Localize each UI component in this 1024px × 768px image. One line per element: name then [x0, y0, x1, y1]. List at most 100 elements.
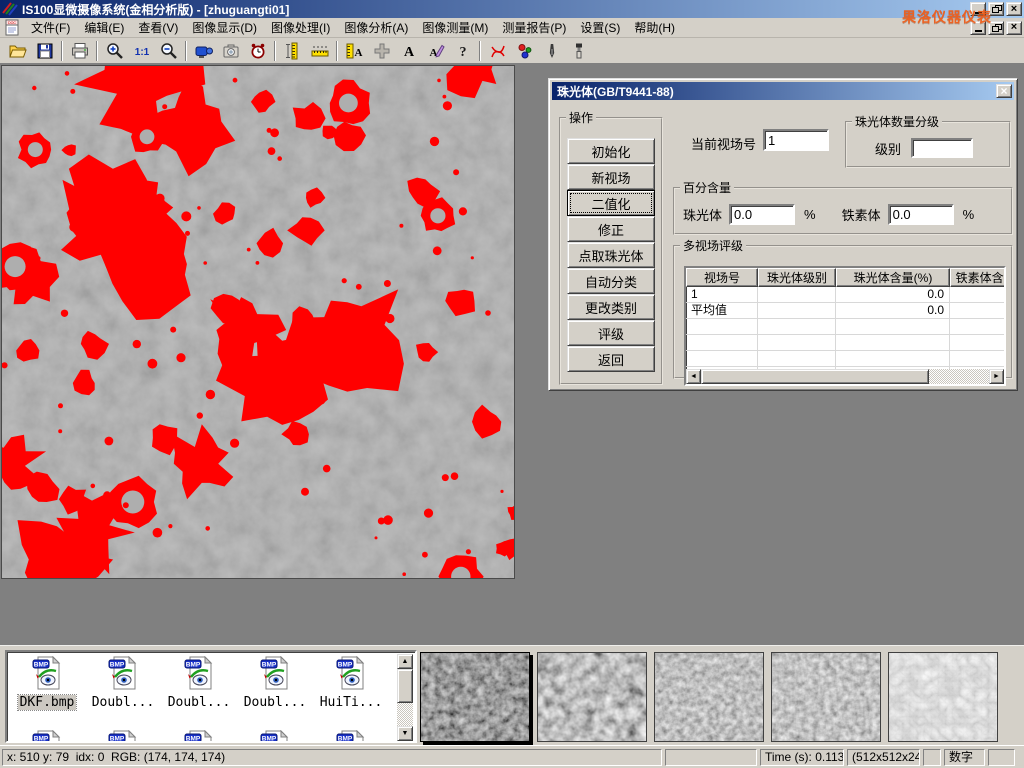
column-header-3[interactable]: 珠光体含量(%) — [836, 268, 950, 287]
column-header-2[interactable]: 珠光体级别 — [758, 268, 836, 287]
pearlite-percent-input[interactable] — [729, 204, 795, 225]
menu-item-3[interactable]: 查看(V) — [131, 17, 185, 38]
file-item-clipped[interactable]: BMP — [85, 730, 161, 741]
child-minimize-button[interactable] — [970, 21, 986, 35]
svg-text:BMP: BMP — [110, 662, 125, 669]
op-new-field-button[interactable]: 新视场 — [567, 164, 655, 190]
pen-tool-button[interactable] — [538, 39, 565, 62]
metallograph-thumb-3[interactable] — [654, 652, 764, 742]
ferrite-percent-input[interactable] — [888, 204, 954, 225]
toolbar-separator — [96, 41, 98, 61]
close-button[interactable]: × — [1006, 2, 1022, 16]
curve-measure-button[interactable] — [484, 39, 511, 62]
file-name: Doubl... — [242, 695, 309, 710]
save-button[interactable] — [31, 39, 58, 62]
multiview-legend: 多视场评级 — [680, 237, 746, 254]
table-row[interactable] — [686, 351, 1004, 367]
table-row[interactable]: 10.0 — [686, 287, 1004, 303]
scroll-down-button[interactable]: ▼ — [397, 726, 413, 741]
op-pick-pearlite-button[interactable]: 点取珠光体 — [567, 242, 655, 268]
caliper-vertical-button[interactable] — [279, 39, 306, 62]
scrollbar-thumb[interactable] — [397, 669, 413, 703]
metallograph-thumb-1[interactable] — [420, 652, 530, 742]
file-item-2[interactable]: BMPDoubl... — [85, 656, 161, 710]
menu-item-9[interactable]: 设置(S) — [573, 17, 627, 38]
phase-color-dots-button[interactable] — [511, 39, 538, 62]
scroll-up-button[interactable]: ▲ — [397, 654, 413, 669]
document-system-icon[interactable]: DOC — [3, 19, 21, 37]
scrollbar-track[interactable] — [929, 369, 989, 384]
minimize-button[interactable] — [970, 2, 986, 16]
print-button[interactable] — [66, 39, 93, 62]
op-correct-button[interactable]: 修正 — [567, 216, 655, 242]
timer-clock-button[interactable] — [244, 39, 271, 62]
file-item-clipped[interactable]: BMP — [313, 730, 389, 741]
menu-item-10[interactable]: 帮助(H) — [627, 17, 682, 38]
bmp-file-icon: BMP — [336, 730, 366, 741]
status-spacer — [665, 749, 757, 766]
scrollbar-thumb[interactable] — [701, 369, 929, 384]
zoom-in-button[interactable] — [101, 39, 128, 62]
menu-item-7[interactable]: 图像测量(M) — [415, 17, 495, 38]
menu-item-1[interactable]: 文件(F) — [24, 17, 77, 38]
restore-button[interactable] — [988, 2, 1004, 16]
menu-bar: DOC 文件(F)编辑(E)查看(V)图像显示(D)图像处理(I)图像分析(A)… — [0, 18, 1024, 38]
file-item-5[interactable]: BMPHuiTi... — [313, 656, 389, 710]
help-button[interactable]: ? — [449, 39, 476, 62]
ruler-horizontal-button[interactable] — [306, 39, 333, 62]
child-restore-button[interactable] — [988, 21, 1004, 35]
column-header-1[interactable]: 视场号 — [686, 268, 758, 287]
text-edit-button[interactable]: A — [422, 39, 449, 62]
file-list-scrollbar[interactable]: ▲ ▼ — [397, 654, 413, 741]
op-auto-classify-button[interactable]: 自动分类 — [567, 268, 655, 294]
metallograph-thumb-4[interactable] — [771, 652, 881, 742]
dialog-title-bar[interactable]: 珠光体(GB/T9441-88) × — [552, 82, 1014, 100]
column-header-4[interactable]: 铁素体含量(%) — [950, 268, 1006, 287]
menu-item-6[interactable]: 图像分析(A) — [337, 17, 415, 38]
child-close-button[interactable]: × — [1006, 21, 1022, 35]
op-return-button[interactable]: 返回 — [567, 346, 655, 372]
menu-item-2[interactable]: 编辑(E) — [77, 17, 131, 38]
table-row[interactable] — [686, 335, 1004, 351]
text-annotation-button[interactable]: A — [395, 39, 422, 62]
table-row[interactable] — [686, 319, 1004, 335]
multiview-table[interactable]: 视场号珠光体级别珠光体含量(%)铁素体含量(%) 10.0平均值0.0 ◄ ► — [684, 266, 1006, 386]
metallograph-thumb-2[interactable] — [537, 652, 647, 742]
pen-tool-icon — [542, 41, 562, 61]
scroll-left-button[interactable]: ◄ — [686, 369, 701, 384]
table-cell — [686, 351, 758, 367]
open-file-button[interactable] — [4, 39, 31, 62]
file-item-1[interactable]: BMPDKF.bmp — [9, 656, 85, 710]
op-binarize-button[interactable]: 二值化 — [567, 190, 655, 216]
operations-buttons: 初始化新视场二值化修正点取珠光体自动分类更改类别评级返回 — [561, 126, 661, 372]
file-item-3[interactable]: BMPDoubl... — [161, 656, 237, 710]
measure-text-ruler-button[interactable]: A — [341, 39, 368, 62]
file-item-clipped[interactable]: BMP — [9, 730, 85, 741]
grade-level-input[interactable] — [911, 138, 973, 158]
menu-item-8[interactable]: 测量报告(P) — [495, 17, 573, 38]
scroll-right-button[interactable]: ► — [989, 369, 1004, 384]
menu-item-4[interactable]: 图像显示(D) — [185, 17, 264, 38]
table-row[interactable]: 平均值0.0 — [686, 303, 1004, 319]
current-view-input[interactable] — [763, 129, 829, 151]
zoom-out-button[interactable] — [155, 39, 182, 62]
actual-size-button[interactable]: 1:1 — [128, 39, 155, 62]
op-change-class-button[interactable]: 更改类别 — [567, 294, 655, 320]
scrollbar-track[interactable] — [397, 703, 413, 726]
file-item-clipped[interactable]: BMP — [237, 730, 313, 741]
move-cross-button[interactable] — [368, 39, 395, 62]
menu-item-5[interactable]: 图像处理(I) — [264, 17, 337, 38]
brush-tool-button[interactable] — [565, 39, 592, 62]
metallograph-thumb-5[interactable] — [888, 652, 998, 742]
specimen-image[interactable] — [2, 66, 514, 578]
file-item-4[interactable]: BMPDoubl... — [237, 656, 313, 710]
file-item-clipped[interactable]: BMP — [161, 730, 237, 741]
table-hscrollbar[interactable]: ◄ ► — [686, 369, 1004, 384]
op-initialize-button[interactable]: 初始化 — [567, 138, 655, 164]
op-grade-button[interactable]: 评级 — [567, 320, 655, 346]
video-capture-button[interactable] — [190, 39, 217, 62]
status-cursor-readout: x: 510 y: 79 idx: 0 RGB: (174, 174, 174) — [2, 749, 662, 766]
camera-capture-button[interactable] — [217, 39, 244, 62]
title-bar: IS100显微摄像系统(金相分析版) - [zhuguangti01] × — [0, 0, 1024, 18]
dialog-close-button[interactable]: × — [996, 84, 1012, 98]
